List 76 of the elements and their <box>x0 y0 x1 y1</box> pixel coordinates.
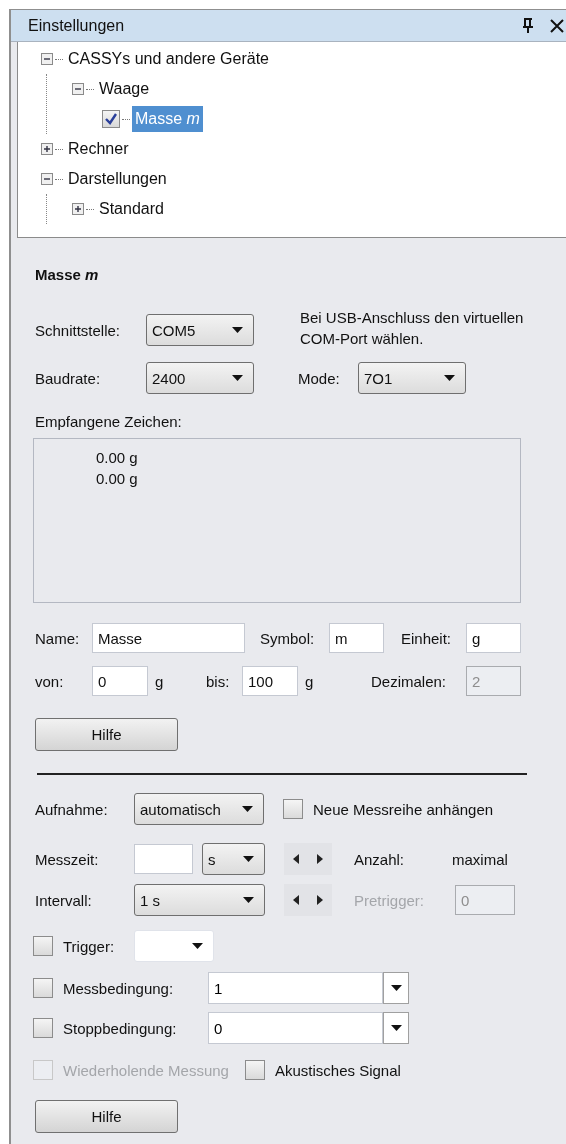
dropdown[interactable]: automatisch <box>134 793 264 825</box>
dropdown[interactable]: 1 s <box>134 884 265 916</box>
caret-icon <box>444 375 455 381</box>
right-arrow-icon <box>317 854 323 864</box>
field-label: Messbedingung: <box>63 979 175 997</box>
field-label: Empfangene Zeichen: <box>35 412 183 432</box>
expand-icon[interactable] <box>72 203 84 215</box>
left-arrow-icon <box>293 854 299 864</box>
help-button[interactable]: Hilfe <box>35 1100 178 1133</box>
collapse-icon[interactable] <box>72 83 84 95</box>
left-arrow-icon <box>293 895 299 905</box>
field-label: Messzeit: <box>35 850 100 868</box>
hint-text: Bei USB-Anschluss den virtuellen COM-Port wählen. <box>300 308 525 349</box>
tree-item[interactable]: Darstellungen <box>65 166 170 192</box>
field-label: Trigger: <box>63 937 116 955</box>
expand-icon[interactable] <box>41 143 53 155</box>
caret-icon <box>242 806 253 812</box>
text-line: 0.00 g <box>96 448 139 468</box>
caret-icon <box>232 327 243 333</box>
input-field[interactable]: 100 <box>242 666 298 696</box>
tree-item[interactable]: Rechner <box>65 136 132 162</box>
caret-icon <box>243 897 254 903</box>
field-label: Anzahl: <box>354 850 406 868</box>
checkbox[interactable] <box>33 1018 53 1038</box>
field-label: g <box>305 672 315 690</box>
right-arrow-icon <box>317 895 323 905</box>
field-label: Name: <box>35 629 81 647</box>
help-button[interactable]: Hilfe <box>35 718 178 751</box>
field-label: Baudrate: <box>35 369 102 387</box>
section-heading: Masse m <box>35 265 100 285</box>
input-field[interactable]: m <box>329 623 384 653</box>
caret-icon <box>390 985 402 991</box>
tree-item[interactable]: Waage <box>96 76 153 102</box>
dropdown[interactable]: COM5 <box>146 314 254 346</box>
field-label: Einheit: <box>401 629 453 647</box>
field-label: Dezimalen: <box>371 672 448 690</box>
checkbox[interactable] <box>33 936 53 956</box>
field-label: von: <box>35 672 65 690</box>
checkbox[interactable] <box>244 1060 265 1080</box>
caret-icon <box>243 856 254 862</box>
input-field[interactable] <box>134 844 193 874</box>
input-field[interactable]: Masse <box>92 623 245 653</box>
field-label: maximal <box>452 850 508 868</box>
caret-icon <box>390 1025 402 1031</box>
field-label: bis: <box>206 672 231 690</box>
collapse-icon[interactable] <box>41 173 53 185</box>
field-label: g <box>155 672 165 690</box>
field-label: Wiederholende Messung <box>63 1061 229 1079</box>
tree-item[interactable]: CASSYs und andere Geräte <box>65 46 272 72</box>
field-label: Symbol: <box>260 629 316 647</box>
field-label: Stoppbedingung: <box>63 1019 178 1037</box>
panel-title: Einstellungen <box>28 16 126 35</box>
dropdown[interactable]: 7O1 <box>358 362 466 394</box>
collapse-icon[interactable] <box>41 53 53 65</box>
field-label: Neue Messreihe anhängen <box>313 800 494 818</box>
field-label: Aufnahme: <box>35 800 109 818</box>
text-line: 0.00 g <box>96 469 139 489</box>
field-label: Mode: <box>298 369 341 387</box>
caret-icon <box>192 943 203 949</box>
field-label: Akustisches Signal <box>274 1061 401 1079</box>
stepper[interactable] <box>284 884 332 916</box>
checkbox[interactable] <box>102 110 120 128</box>
caret-icon <box>232 375 243 381</box>
field-label: Intervall: <box>35 891 93 909</box>
stepper[interactable] <box>284 843 332 875</box>
dropdown[interactable]: 2400 <box>146 362 254 394</box>
input-field[interactable]: g <box>466 623 521 653</box>
checkbox[interactable] <box>33 978 53 998</box>
field-label: Schnittstelle: <box>35 321 122 339</box>
tree-item[interactable]: Standard <box>96 196 167 222</box>
pin-icon[interactable] <box>522 17 534 34</box>
checkbox[interactable] <box>283 799 303 819</box>
field-label: Pretrigger: <box>354 891 426 909</box>
input-field[interactable]: 0 <box>92 666 148 696</box>
dropdown[interactable]: s <box>202 843 265 875</box>
close-icon[interactable] <box>550 18 564 33</box>
